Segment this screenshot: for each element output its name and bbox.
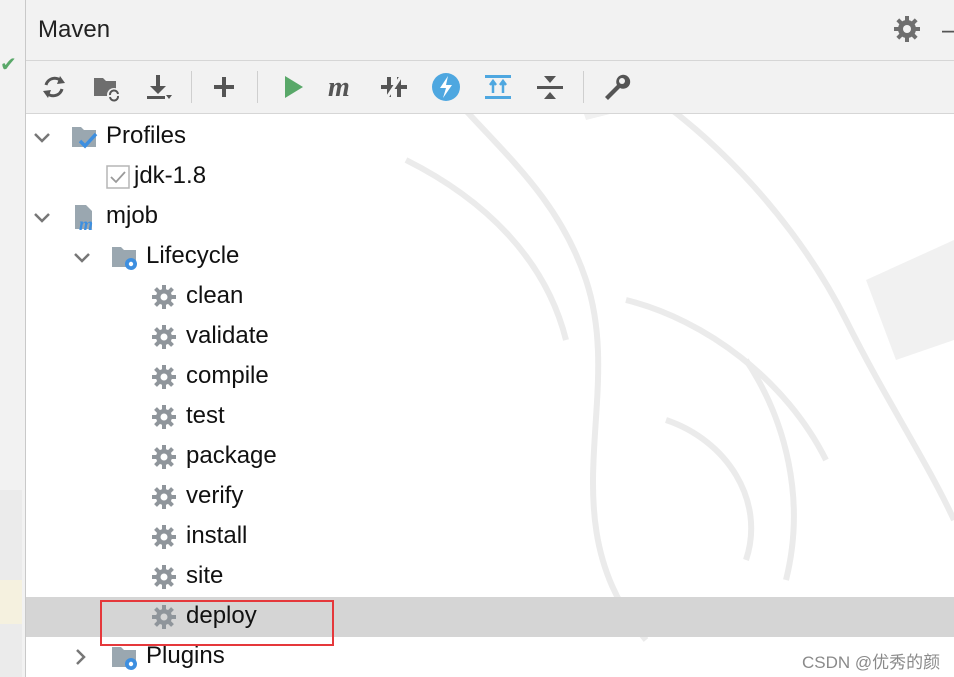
skip-tests-icon[interactable] bbox=[428, 69, 464, 105]
gear-icon bbox=[152, 405, 176, 429]
gear-icon bbox=[152, 525, 176, 549]
generate-sources-icon[interactable] bbox=[88, 69, 124, 105]
minimize-icon[interactable]: – bbox=[942, 14, 954, 45]
panel-header: Maven – bbox=[26, 0, 954, 61]
toolbar-separator bbox=[583, 71, 584, 103]
show-dependencies-icon[interactable] bbox=[480, 69, 516, 105]
gear-icon bbox=[152, 485, 176, 509]
tree-node-goal[interactable]: verify bbox=[26, 477, 954, 517]
tree-label-plugins: Plugins bbox=[146, 642, 225, 669]
gear-icon[interactable] bbox=[892, 14, 922, 44]
chevron-down-icon[interactable] bbox=[32, 127, 52, 147]
tree-label-project: mjob bbox=[106, 202, 159, 229]
goal-label: install bbox=[186, 522, 248, 549]
goal-label: test bbox=[186, 402, 225, 429]
reload-icon[interactable] bbox=[36, 69, 72, 105]
tree-node-project[interactable]: m mjob bbox=[26, 197, 954, 237]
settings-wrench-icon[interactable] bbox=[598, 69, 634, 105]
gear-icon bbox=[152, 325, 176, 349]
tree-node-goal[interactable]: test bbox=[26, 397, 954, 437]
chevron-right-icon[interactable] bbox=[70, 647, 90, 667]
tree-node-profile-jdk[interactable]: jdk-1.8 bbox=[26, 157, 954, 197]
tree-label-profiles: Profiles bbox=[106, 122, 187, 149]
goal-label: verify bbox=[186, 482, 244, 509]
goal-label: validate bbox=[186, 322, 269, 349]
tree-node-lifecycle[interactable]: Lifecycle bbox=[26, 237, 954, 277]
profiles-folder-icon bbox=[72, 127, 98, 149]
watermark-credit: CSDN @优秀的颜 bbox=[802, 653, 941, 672]
goal-label: clean bbox=[186, 282, 244, 309]
annotation-highlight-box bbox=[100, 600, 334, 646]
goal-label: package bbox=[186, 442, 277, 469]
run-icon[interactable] bbox=[274, 69, 310, 105]
gear-icon bbox=[152, 365, 176, 389]
checkbox-checked-icon[interactable] bbox=[104, 163, 132, 191]
editor-gutter: ✔ bbox=[0, 0, 26, 677]
toolbar-separator bbox=[191, 71, 192, 103]
goal-label: site bbox=[186, 562, 224, 589]
tree-node-goal[interactable]: validate bbox=[26, 317, 954, 357]
svg-text:m: m bbox=[79, 214, 93, 231]
gutter-marker-yellow bbox=[0, 580, 22, 624]
execute-goal-icon[interactable]: m bbox=[324, 69, 360, 105]
add-icon[interactable] bbox=[206, 69, 242, 105]
collapse-all-icon[interactable] bbox=[532, 69, 568, 105]
gear-icon bbox=[152, 445, 176, 469]
download-icon[interactable] bbox=[140, 69, 176, 105]
svg-text:m: m bbox=[328, 72, 350, 103]
tree-label-profile: jdk-1.8 bbox=[134, 162, 207, 189]
panel-title: Maven bbox=[38, 16, 111, 43]
chevron-down-icon[interactable] bbox=[72, 247, 92, 267]
tree-node-goal[interactable]: install bbox=[26, 517, 954, 557]
lifecycle-folder-icon bbox=[112, 247, 137, 270]
maven-project-icon: m bbox=[75, 205, 93, 231]
maven-panel: Maven – bbox=[26, 0, 954, 677]
toolbar-separator bbox=[257, 71, 258, 103]
tree-node-goal[interactable]: compile bbox=[26, 357, 954, 397]
gear-icon bbox=[152, 565, 176, 589]
toggle-offline-icon[interactable] bbox=[376, 69, 412, 105]
tree-label-lifecycle: Lifecycle bbox=[146, 242, 240, 269]
plugins-folder-icon bbox=[112, 647, 137, 670]
gear-icon bbox=[152, 285, 176, 309]
tree-node-goal[interactable]: site bbox=[26, 557, 954, 597]
check-icon: ✔ bbox=[0, 54, 17, 76]
maven-toolbar: m bbox=[26, 61, 954, 114]
chevron-down-icon[interactable] bbox=[32, 207, 52, 227]
tree-node-goal[interactable]: clean bbox=[26, 277, 954, 317]
tree-node-profiles[interactable]: Profiles bbox=[26, 117, 954, 157]
tree-node-goal[interactable]: package bbox=[26, 437, 954, 477]
goal-label: compile bbox=[186, 362, 269, 389]
